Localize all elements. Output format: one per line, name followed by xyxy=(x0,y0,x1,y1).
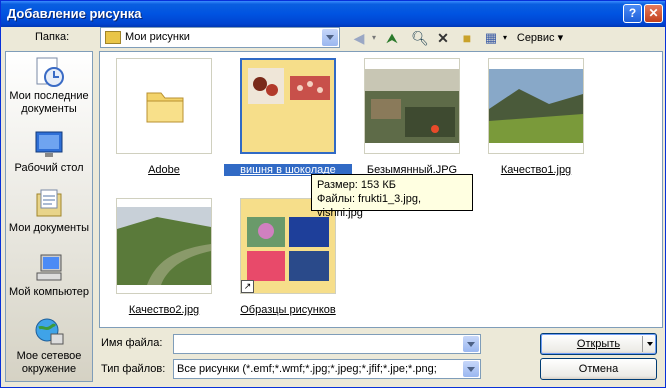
place-label: Мои документы xyxy=(8,222,90,234)
shortcut-arrow-icon: ↗ xyxy=(241,280,254,293)
place-label: Мои последние документы xyxy=(9,90,89,115)
divider xyxy=(642,336,643,352)
folder-label: Папка: xyxy=(35,31,70,43)
filename-input[interactable] xyxy=(173,334,481,354)
service-menu[interactable]: Сервис ▾ xyxy=(515,29,565,47)
help-button[interactable]: ? xyxy=(623,4,642,23)
tooltip-files: Файлы: frukti1_3.jpg, vishni.jpg xyxy=(317,193,422,219)
my-documents-icon xyxy=(33,188,65,220)
place-recent[interactable]: Мои последние документы xyxy=(6,56,92,116)
open-label: Открыть xyxy=(576,338,621,350)
close-button[interactable]: ✕ xyxy=(644,4,663,23)
folder-thumbnail xyxy=(116,58,212,154)
chevron-down-icon[interactable] xyxy=(463,361,479,377)
place-label: Мой компьютер xyxy=(8,286,90,298)
open-dropdown-icon[interactable] xyxy=(647,342,653,346)
my-computer-icon xyxy=(33,252,65,284)
place-label: Мое сетевое окружение xyxy=(16,350,82,375)
file-name: Качество2.jpg xyxy=(128,304,200,316)
desktop-icon xyxy=(33,128,65,160)
current-folder: Мои рисунки xyxy=(125,31,190,43)
delete-icon[interactable]: ✕ xyxy=(433,29,453,47)
file-name: Adobe xyxy=(148,164,180,176)
look-in-combo[interactable]: Мои рисунки xyxy=(100,27,340,48)
place-label: Рабочий стол xyxy=(14,162,84,174)
open-button[interactable]: Открыть xyxy=(540,333,657,355)
search-web-icon[interactable]: 🔍︎ xyxy=(409,29,431,47)
place-my-computer[interactable]: Мой компьютер xyxy=(6,252,92,299)
places-bar: Мои последние документы Рабочий стол Мои… xyxy=(5,51,93,382)
title-bar[interactable]: Добавление рисунка ? ✕ xyxy=(1,1,665,27)
tooltip-size: Размер: 153 КБ xyxy=(317,179,396,191)
chevron-down-icon[interactable] xyxy=(322,29,338,46)
views-icon[interactable]: ▦ xyxy=(481,29,501,47)
up-folder-icon[interactable]: ⮝ xyxy=(382,29,402,47)
folder-thumbnail xyxy=(240,58,336,154)
image-thumbnail xyxy=(364,58,460,154)
place-desktop[interactable]: Рабочий стол xyxy=(6,128,92,175)
folder-icon xyxy=(105,31,121,44)
back-icon[interactable]: ◀ xyxy=(349,29,369,47)
chevron-down-icon[interactable] xyxy=(463,336,479,352)
place-my-documents[interactable]: Мои документы xyxy=(6,188,92,235)
new-folder-icon[interactable]: ■ xyxy=(457,29,477,47)
filename-label: Имя файла: xyxy=(101,337,163,349)
place-network[interactable]: Мое сетевое окружение xyxy=(6,316,92,376)
file-name: Образцы рисунков xyxy=(240,304,336,316)
filetype-value: Все рисунки (*.emf;*.wmf;*.jpg;*.jpeg;*.… xyxy=(177,363,437,375)
window-title: Добавление рисунка xyxy=(7,6,142,21)
network-icon xyxy=(33,316,65,348)
cancel-label: Отмена xyxy=(578,363,619,375)
file-name: Качество1.jpg xyxy=(500,164,572,176)
filetype-select[interactable]: Все рисунки (*.emf;*.wmf;*.jpg;*.jpeg;*.… xyxy=(173,359,481,379)
image-thumbnail xyxy=(116,198,212,294)
recent-docs-icon xyxy=(33,56,65,88)
views-dropdown-icon[interactable]: ▾ xyxy=(500,29,510,47)
tooltip: Размер: 153 КБ Файлы: frukti1_3.jpg, vis… xyxy=(311,174,473,219)
service-label: Сервис xyxy=(516,32,555,44)
back-dropdown-icon[interactable]: ▾ xyxy=(369,29,379,47)
insert-picture-dialog: Добавление рисунка ? ✕ Папка: Мои рисунк… xyxy=(0,0,666,388)
image-thumbnail xyxy=(488,58,584,154)
filetype-label: Тип файлов: xyxy=(101,363,166,375)
cancel-button[interactable]: Отмена xyxy=(540,358,657,380)
